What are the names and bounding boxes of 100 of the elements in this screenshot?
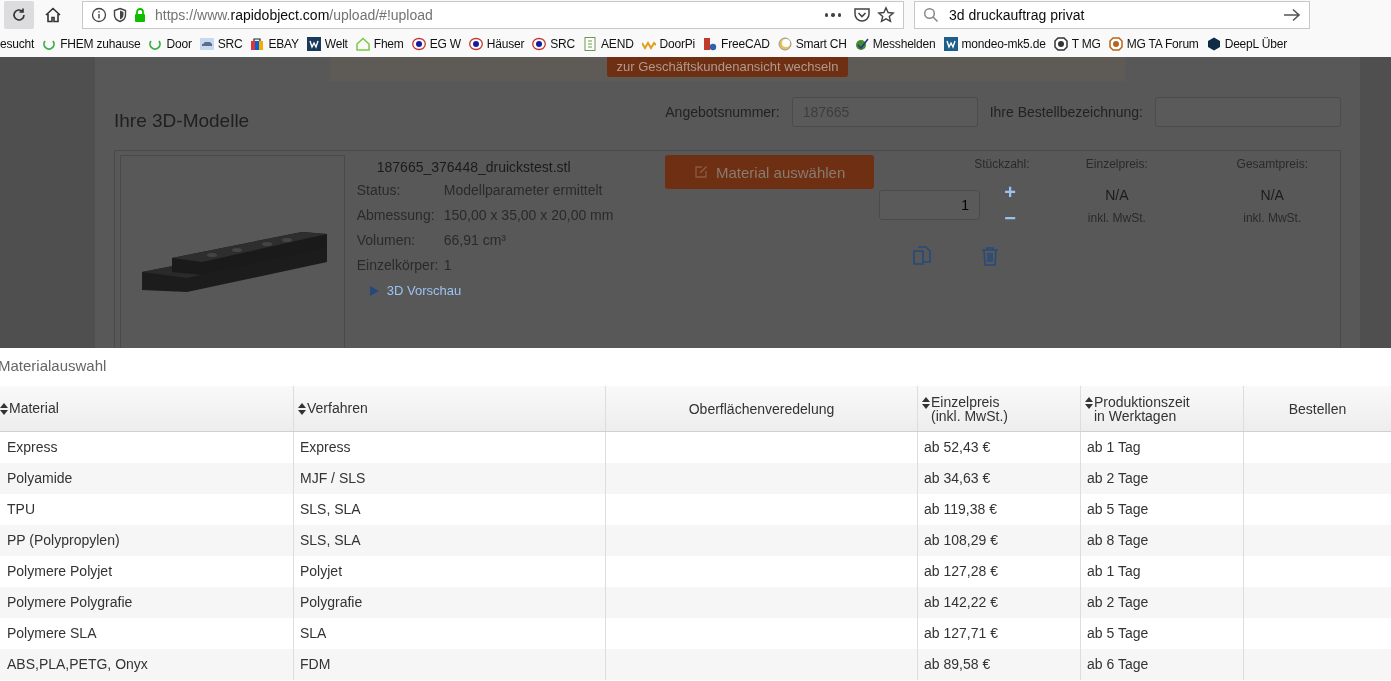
reload-icon	[11, 7, 27, 23]
table-cell: ab 6 Tage	[1080, 648, 1244, 680]
table-cell: ab 2 Tage	[1080, 586, 1244, 618]
business-view-button[interactable]: zur Geschäftskundenansicht wechseln	[606, 57, 849, 77]
site-icon	[1053, 36, 1068, 51]
decrease-button[interactable]: −	[1002, 205, 1018, 231]
shield-icon[interactable]	[113, 7, 127, 23]
bookmark-item[interactable]: Fhem	[355, 36, 404, 51]
bookmark-item[interactable]: FreeCAD	[703, 36, 770, 51]
column-header[interactable]: Verfahren	[293, 386, 606, 432]
table-cell: Polyamide	[0, 462, 294, 494]
table-cell: ab 1 Tag	[1080, 431, 1244, 463]
table-cell: FDM	[293, 648, 606, 680]
info-icon[interactable]	[91, 7, 107, 23]
site-icon	[1108, 36, 1123, 51]
table-cell: SLA	[293, 617, 606, 649]
table-cell: ab 2 Tage	[1080, 462, 1244, 494]
price-value: N/A	[1105, 187, 1129, 203]
bookmark-item[interactable]: Messhelden	[854, 36, 936, 51]
site-icon	[411, 36, 426, 51]
sort-icon	[298, 402, 306, 415]
table-cell: ab 34,63 €	[917, 462, 1081, 494]
search-field[interactable]: 3d druckauftrag privat	[947, 6, 1275, 24]
table-cell: ab 108,29 €	[917, 524, 1081, 556]
bookmark-item[interactable]: Smart CH	[777, 36, 847, 51]
home-icon[interactable]	[44, 6, 62, 24]
bookmark-item[interactable]: mondeo-mk5.de	[943, 36, 1046, 51]
table-cell: Polymere Polygrafie	[0, 586, 294, 618]
table-cell: ABS,PLA,PETG, Onyx	[0, 648, 294, 680]
column-header[interactable]: Produktionszeit in Werktagen	[1080, 386, 1244, 432]
site-icon	[943, 36, 958, 51]
column-header: Oberflächenveredelung	[605, 386, 918, 432]
price-value: N/A	[1260, 187, 1284, 203]
bookmark-item[interactable]: EG W	[411, 36, 461, 51]
sort-icon	[1085, 396, 1093, 409]
bookmark-item[interactable]: DeepL Über	[1206, 36, 1287, 51]
site-icon	[306, 36, 321, 51]
field-label: Angebotsnummer:	[665, 104, 780, 120]
bookmark-item[interactable]: esucht	[0, 36, 35, 51]
play-icon	[368, 285, 379, 296]
page-heading: Ihre 3D-Modelle	[114, 110, 250, 132]
site-icon	[532, 36, 547, 51]
pocket-icon[interactable]	[853, 6, 871, 24]
bag-icon	[250, 36, 265, 51]
more-icon[interactable]	[825, 13, 841, 17]
document-icon	[583, 36, 598, 51]
reload-button[interactable]	[4, 1, 34, 29]
field-label: Ihre Bestellbezeichnung:	[989, 104, 1143, 120]
table-cell: Polygrafie	[293, 586, 606, 618]
bookmark-item[interactable]: FHEM zuhause	[42, 36, 141, 51]
sort-icon	[922, 396, 930, 409]
url-text: https://www.rapidobject.com/upload/#!upload	[155, 7, 434, 23]
address-bar[interactable]: https://www.rapidobject.com/upload/#!upload	[82, 1, 904, 29]
table-cell: ab 5 Tage	[1080, 617, 1244, 649]
star-icon[interactable]	[877, 6, 895, 24]
lock-icon[interactable]	[133, 7, 147, 23]
dialog-title: Materialauswahl	[0, 356, 108, 376]
bookmark-item[interactable]: SRC	[532, 36, 576, 51]
arrow-right-icon[interactable]	[1283, 7, 1301, 23]
table-cell: ab 89,58 €	[917, 648, 1081, 680]
bookmark-item[interactable]: SRC	[199, 36, 243, 51]
table-cell: ab 127,71 €	[917, 617, 1081, 649]
bookmark-item[interactable]: T MG	[1053, 36, 1101, 51]
bookmark-item[interactable]: DoorPi	[641, 36, 696, 51]
site-icon	[468, 36, 483, 51]
globe-icon	[777, 36, 792, 51]
bookmark-item[interactable]: Welt	[306, 36, 348, 51]
bookmark-item[interactable]: Häuser	[468, 36, 525, 51]
table-cell: Polymere Polyjet	[0, 555, 294, 587]
increase-button[interactable]: +	[1002, 179, 1018, 205]
check-icon	[854, 36, 869, 51]
bookmark-item[interactable]: MG TA Forum	[1108, 36, 1199, 51]
table-cell: SLS, SLA	[293, 493, 606, 525]
site-icon	[1206, 36, 1221, 51]
file-name: 187665_376448_druickstest.stl	[376, 159, 572, 175]
table-cell: ab 119,38 €	[917, 493, 1081, 525]
table-cell: ab 5 Tage	[1080, 493, 1244, 525]
bookmark-item[interactable]: EBAY	[250, 36, 299, 51]
table-cell: ab 127,28 €	[917, 555, 1081, 587]
bookmark-item[interactable]: AEND	[583, 36, 634, 51]
table-cell: Polymere SLA	[0, 617, 294, 649]
table-cell: ab 1 Tag	[1080, 555, 1244, 587]
sort-icon	[0, 402, 8, 415]
table-cell: MJF / SLS	[293, 462, 606, 494]
search-bar[interactable]: 3d druckauftrag privat	[914, 1, 1310, 29]
search-icon	[923, 7, 939, 23]
table-cell: Express	[293, 431, 606, 463]
table-cell: PP (Polypropylen)	[0, 524, 294, 556]
bookmark-item[interactable]: Door	[148, 36, 192, 51]
edit-icon	[694, 165, 708, 179]
preview-link[interactable]: 3D Vorschau	[368, 283, 652, 298]
table-cell: Polyjet	[293, 555, 606, 587]
table-cell: TPU	[0, 493, 294, 525]
table-cell: ab 52,43 €	[917, 431, 1081, 463]
table-cell: ab 8 Tage	[1080, 524, 1244, 556]
column-header[interactable]: Material	[0, 386, 294, 432]
table-cell: SLS, SLA	[293, 524, 606, 556]
table-cell: Express	[0, 431, 294, 463]
column-header[interactable]: Einzelpreis (inkl. MwSt.)	[917, 386, 1081, 432]
house-icon	[355, 36, 370, 51]
